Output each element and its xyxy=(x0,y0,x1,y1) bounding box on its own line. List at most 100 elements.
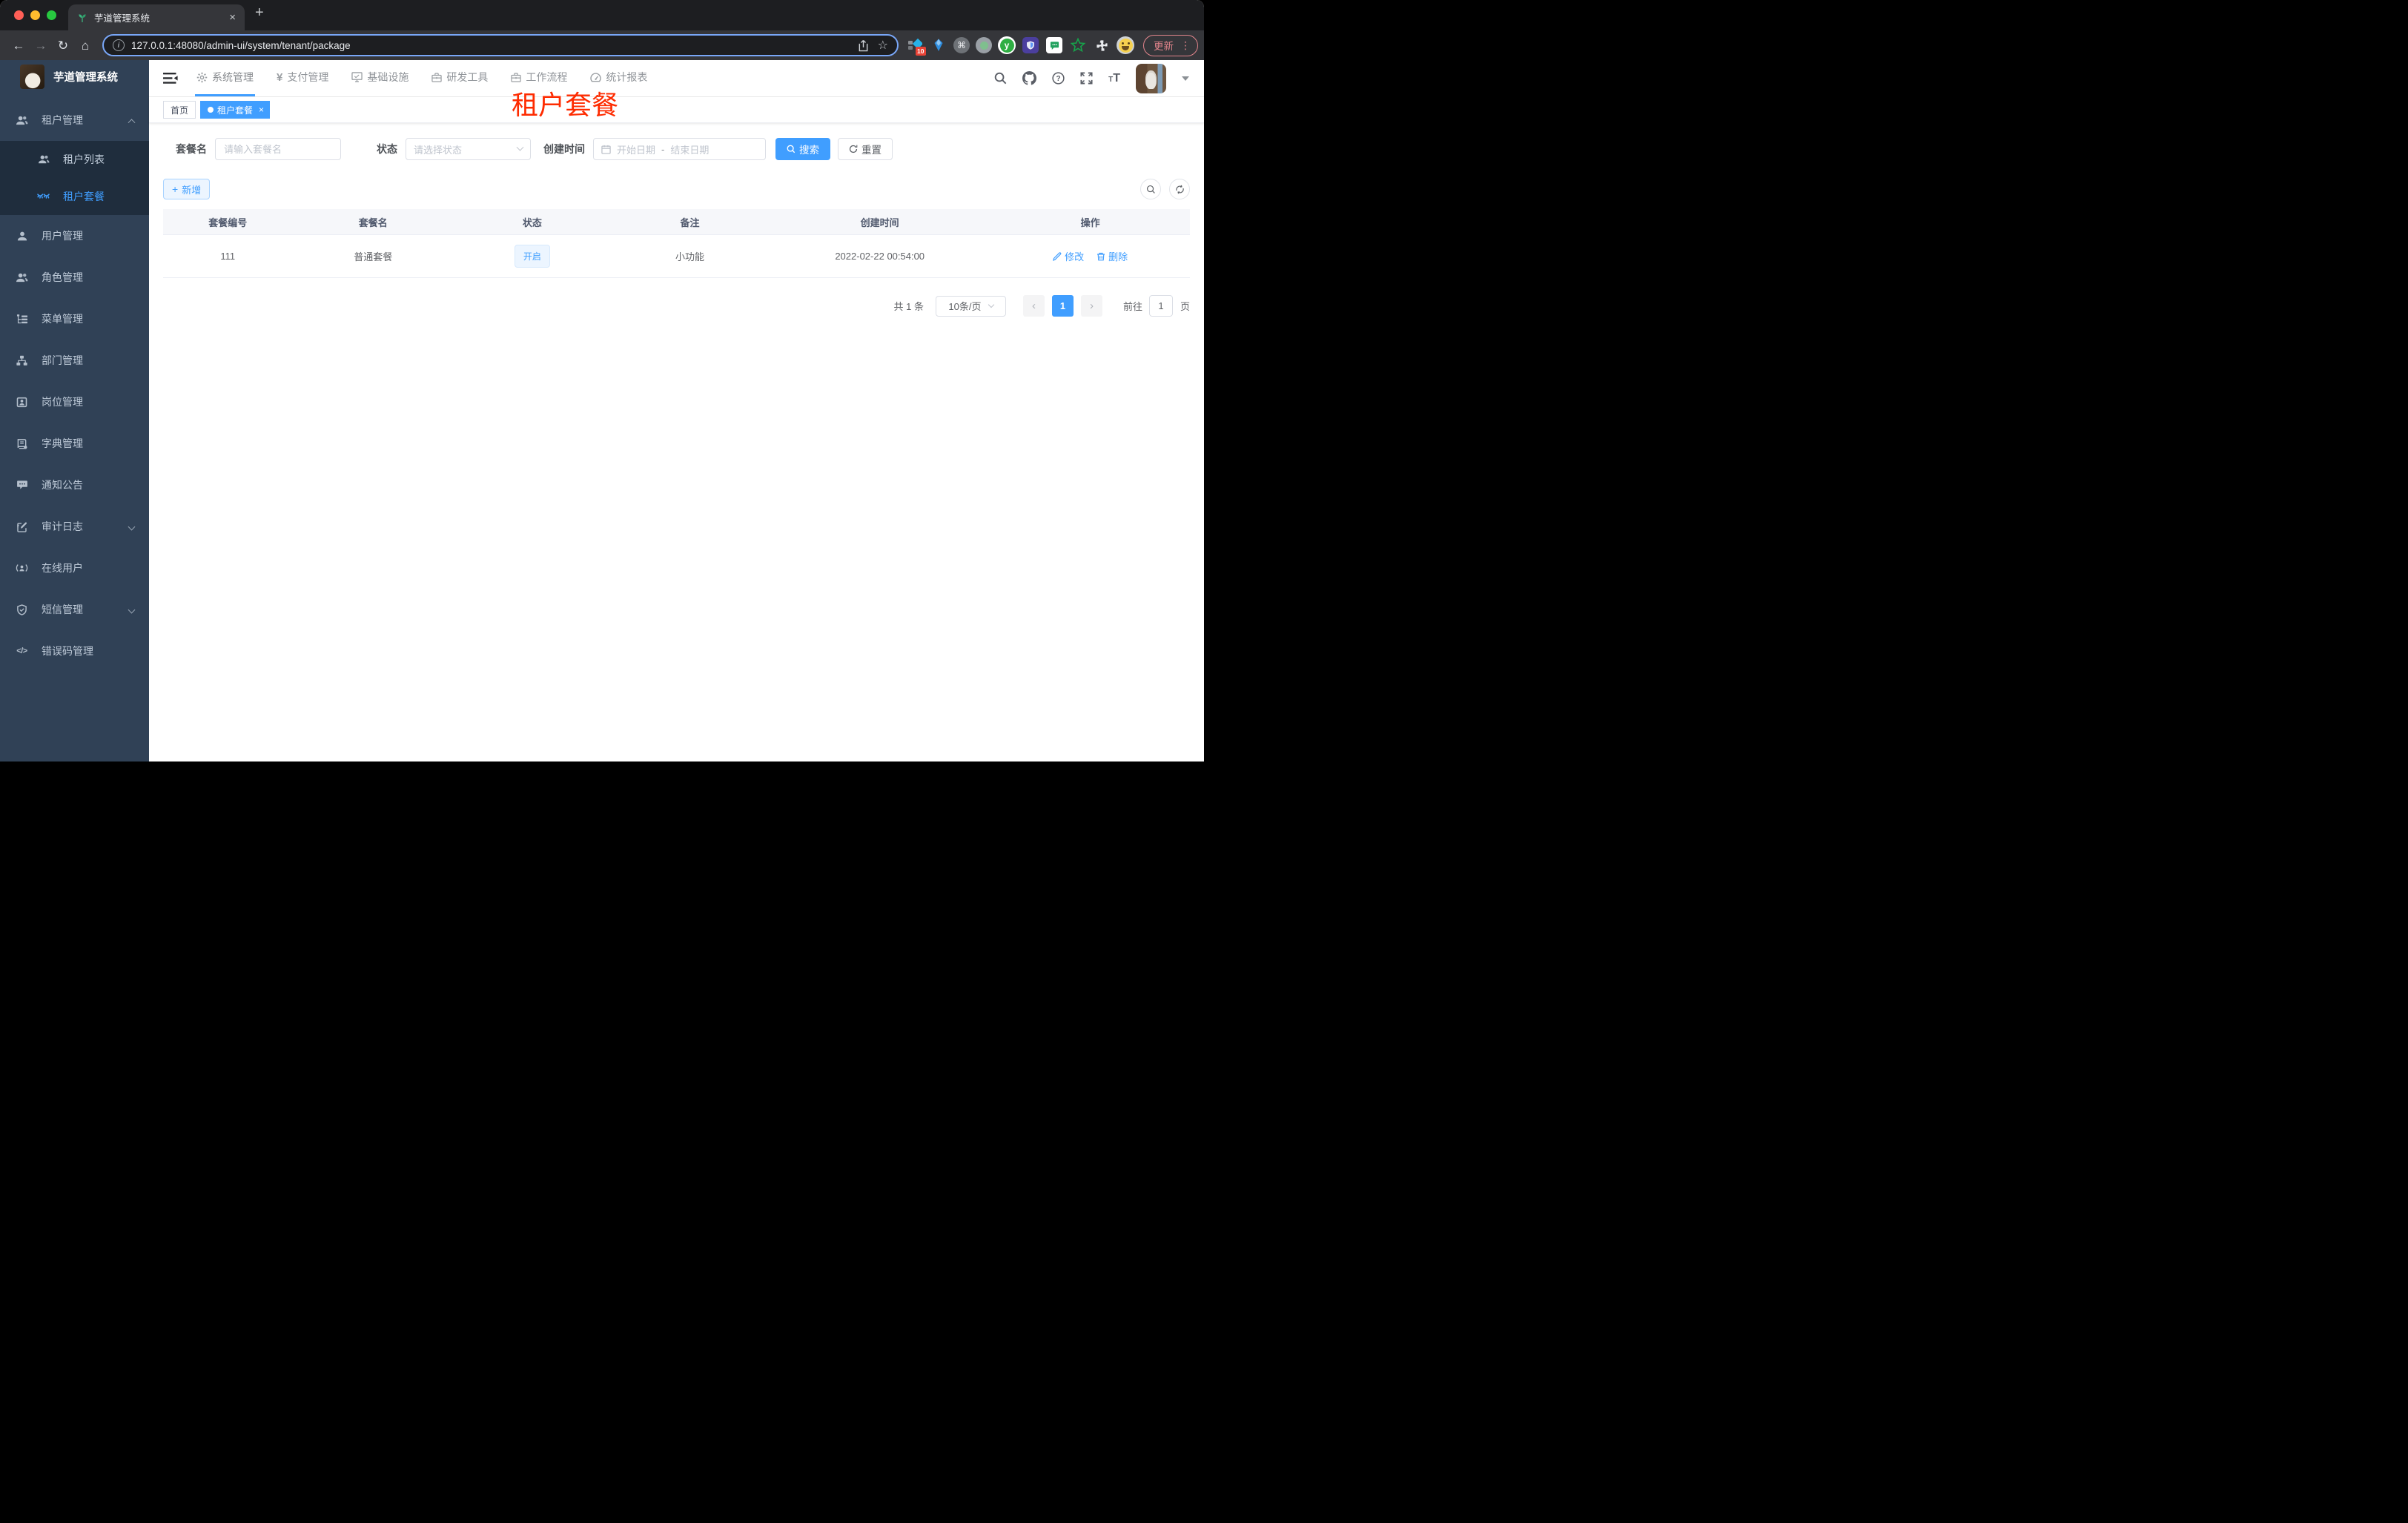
browser-menu-icon[interactable]: ⋮ xyxy=(1180,39,1191,52)
status-select[interactable]: 请选择状态 xyxy=(406,138,531,160)
top-nav-payment[interactable]: ¥ 支付管理 xyxy=(275,60,330,96)
extensions-puzzle-icon[interactable] xyxy=(1093,36,1111,54)
sidebar-item-label: 租户列表 xyxy=(63,153,105,165)
browser-tab[interactable]: 芋道管理系统 × xyxy=(68,4,245,30)
tab-close-icon[interactable]: × xyxy=(229,11,236,24)
current-page[interactable]: 1 xyxy=(1051,295,1074,317)
shield-check-icon xyxy=(15,604,29,615)
refresh-icon[interactable] xyxy=(1169,179,1190,199)
reset-button[interactable]: 重置 xyxy=(838,138,893,160)
gauge-icon xyxy=(590,72,602,82)
share-icon[interactable] xyxy=(858,39,869,52)
sidebar-item-dict-management[interactable]: 字典管理 xyxy=(0,423,149,464)
close-window-button[interactable] xyxy=(14,10,24,20)
sidebar-item-post-management[interactable]: 岗位管理 xyxy=(0,381,149,423)
active-dot xyxy=(208,107,214,113)
status-badge[interactable]: 开启 xyxy=(514,245,550,268)
sidebar-item-role-management[interactable]: 角色管理 xyxy=(0,257,149,298)
sidebar-item-label: 租户管理 xyxy=(42,114,83,126)
collapse-sidebar-icon[interactable] xyxy=(149,60,188,96)
sidebar-item-tenant-list[interactable]: 租户列表 xyxy=(0,141,149,178)
prev-page-button[interactable]: ‹ xyxy=(1022,295,1045,317)
page-size-label: 10条/页 xyxy=(948,301,982,312)
add-button-label: 新增 xyxy=(182,184,202,196)
tag-tenant-package[interactable]: 租户套餐 × xyxy=(200,101,271,119)
search-button[interactable]: 搜索 xyxy=(775,138,830,160)
add-button[interactable]: + 新增 xyxy=(163,179,211,199)
package-name-input[interactable] xyxy=(215,138,341,160)
cell-created: 2022-02-22 00:54:00 xyxy=(835,251,925,262)
sidebar-item-error-code[interactable]: </> 错误码管理 xyxy=(0,630,149,672)
sidebar-logo-row[interactable]: 芋道管理系统 xyxy=(0,60,149,93)
ext-gem-icon[interactable] xyxy=(930,36,947,54)
top-nav-label: 统计报表 xyxy=(606,71,648,83)
sidebar-item-tenant-management[interactable]: 租户管理 xyxy=(0,99,149,141)
sidebar-item-notice[interactable]: 通知公告 xyxy=(0,464,149,506)
edit-link[interactable]: 修改 xyxy=(1053,249,1084,263)
reload-icon[interactable]: ↻ xyxy=(52,39,74,52)
fullscreen-icon[interactable] xyxy=(1080,72,1093,85)
sidebar-item-online-users[interactable]: 在线用户 xyxy=(0,547,149,589)
github-icon[interactable] xyxy=(1022,71,1037,85)
zoom-window-button[interactable] xyxy=(47,10,56,20)
ext-command-icon[interactable]: ⌘ xyxy=(953,37,970,53)
pagination: 共 1 条 10条/页 ‹ 1 › 前往 页 xyxy=(163,295,1190,317)
cell-package-name: 普通套餐 xyxy=(354,251,393,262)
date-separator: - xyxy=(661,143,665,155)
user-avatar[interactable] xyxy=(1136,63,1166,93)
search-form: 套餐名 状态 请选择状态 创建时间 开始日期 - 结束日期 xyxy=(176,138,1190,160)
goto-page-input[interactable] xyxy=(1148,295,1173,317)
browser-update-button[interactable]: 更新 ⋮ xyxy=(1143,34,1198,56)
site-info-icon[interactable]: i xyxy=(113,39,125,51)
url-bar[interactable]: i 127.0.0.1:48080/admin-ui/system/tenant… xyxy=(102,34,899,56)
toggle-search-icon[interactable] xyxy=(1140,179,1161,199)
sidebar-item-label: 字典管理 xyxy=(42,437,83,449)
new-tab-button[interactable]: + xyxy=(245,4,274,26)
log-edit-icon xyxy=(15,521,29,532)
delete-link[interactable]: 删除 xyxy=(1096,249,1128,263)
home-icon[interactable]: ⌂ xyxy=(74,39,96,52)
forward-icon[interactable]: → xyxy=(30,39,52,52)
top-nav-label: 研发工具 xyxy=(446,71,489,83)
extensions-area: 10 ⌘ y xyxy=(906,36,1140,56)
ext-gray-dot-icon[interactable] xyxy=(976,37,992,53)
sidebar: 芋道管理系统 租户管理 租户列表 租户套餐 用户管理 角色管理 菜单管理 部门管… xyxy=(0,60,149,762)
sidebar-item-label: 在线用户 xyxy=(42,562,83,574)
ext-tiles-diamond-icon[interactable]: 10 xyxy=(906,36,926,56)
next-page-button[interactable]: › xyxy=(1080,295,1102,317)
sidebar-item-sms-management[interactable]: 短信管理 xyxy=(0,589,149,630)
search-icon xyxy=(787,145,796,153)
top-nav-system[interactable]: 系统管理 xyxy=(195,60,255,96)
avatar-dropdown-icon[interactable] xyxy=(1182,76,1189,81)
top-nav-infra[interactable]: 基础设施 xyxy=(350,60,410,96)
font-size-icon[interactable]: TT xyxy=(1108,72,1120,85)
tag-close-icon[interactable]: × xyxy=(259,105,264,115)
app-title: 芋道管理系统 xyxy=(53,72,118,84)
bookmark-star-icon[interactable]: ☆ xyxy=(878,38,888,53)
ext-green-star-icon[interactable] xyxy=(1069,36,1087,54)
ext-purple-shield-icon[interactable] xyxy=(1022,36,1039,54)
minimize-window-button[interactable] xyxy=(30,10,40,20)
sidebar-item-user-management[interactable]: 用户管理 xyxy=(0,215,149,257)
page-size-select[interactable]: 10条/页 xyxy=(935,295,1006,317)
tag-label: 租户套餐 xyxy=(217,105,254,116)
table-header-row: 套餐编号 套餐名 状态 备注 创建时间 操作 xyxy=(163,209,1190,235)
top-nav-dev-tools[interactable]: 研发工具 xyxy=(430,60,489,96)
back-icon[interactable]: ← xyxy=(7,39,30,52)
help-icon[interactable]: ? xyxy=(1052,72,1065,85)
ext-y-green-icon[interactable]: y xyxy=(998,36,1016,54)
code-icon: </> xyxy=(16,647,27,655)
date-range-picker[interactable]: 开始日期 - 结束日期 xyxy=(593,138,766,160)
col-remark: 备注 xyxy=(680,217,700,228)
chevron-down-icon xyxy=(988,301,994,308)
sidebar-item-dept-management[interactable]: 部门管理 xyxy=(0,340,149,381)
tag-home[interactable]: 首页 xyxy=(163,101,196,119)
sidebar-item-tenant-package[interactable]: 租户套餐 xyxy=(0,178,149,215)
search-icon[interactable] xyxy=(994,72,1007,85)
sidebar-item-audit-log[interactable]: 审计日志 xyxy=(0,506,149,547)
sidebar-item-menu-management[interactable]: 菜单管理 xyxy=(0,298,149,340)
top-nav-label: 系统管理 xyxy=(212,71,254,83)
ext-chat-icon[interactable] xyxy=(1045,36,1063,54)
tree-list-icon xyxy=(15,314,29,325)
profile-emoji-icon[interactable] xyxy=(1117,36,1134,54)
